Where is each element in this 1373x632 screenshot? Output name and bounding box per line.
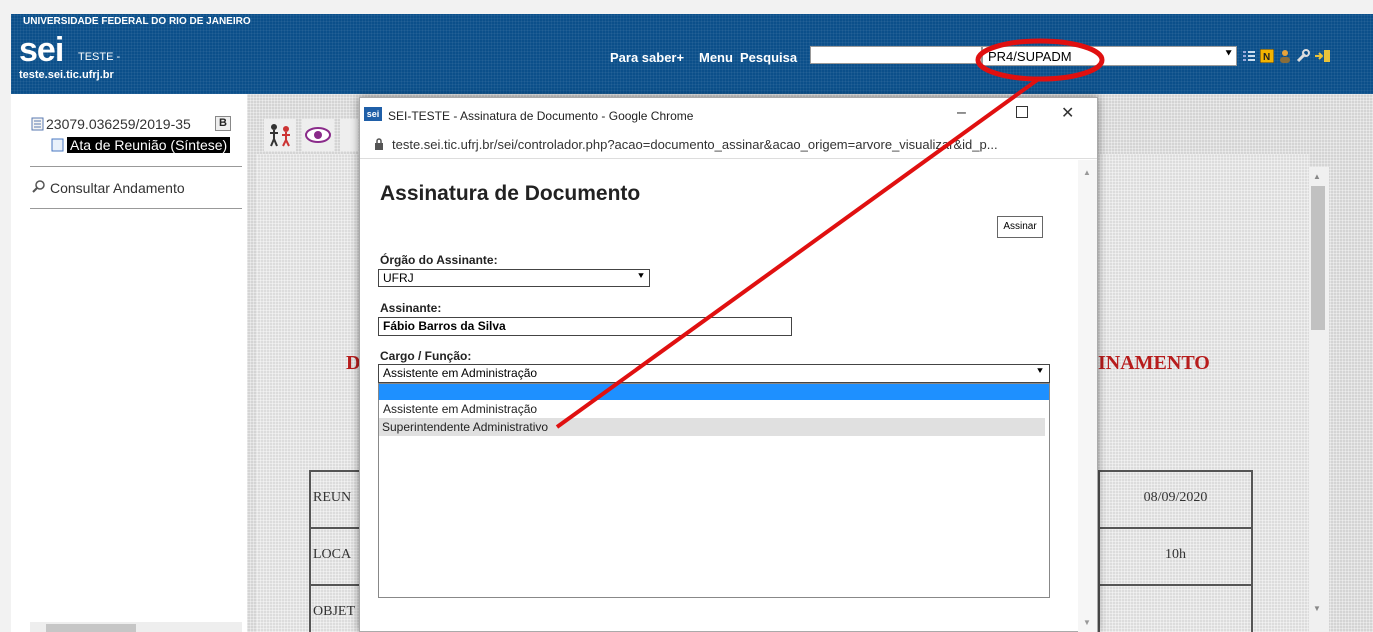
document-icon [51,138,64,152]
toolbar-icon[interactable] [340,119,358,151]
signature-dialog: sei SEI-TESTE - Assinatura de Documento … [359,97,1098,632]
consultar-andamento-link[interactable]: Consultar Andamento [50,180,185,196]
scroll-down-icon[interactable]: ▼ [1083,618,1091,627]
assinar-button[interactable]: Assinar [997,216,1043,238]
close-icon[interactable]: ✕ [1061,103,1074,123]
document-link-selected[interactable]: Ata de Reunião (Síntese) [67,137,231,153]
top-strip [0,0,1373,14]
scroll-up-icon[interactable]: ▲ [1313,172,1321,181]
minimize-icon[interactable]: – [957,104,966,122]
horizontal-scrollbar-thumb[interactable] [46,624,136,632]
wrench-icon[interactable] [1296,49,1310,63]
sei-favicon-icon: sei [364,107,382,121]
orgao-select-value: UFRJ [383,271,414,285]
process-icon [31,117,44,131]
cargo-dropdown-list[interactable]: Assistente em Administração Superintende… [378,383,1050,598]
chevron-down-icon: ⯆ [1224,48,1233,60]
unit-select[interactable]: PR4/SUPADM ⯆ [982,46,1237,66]
vertical-scrollbar-thumb[interactable] [1311,186,1325,330]
cargo-option-empty[interactable] [379,384,1049,400]
chevron-down-icon: ⯆ [1036,366,1044,377]
university-name: UNIVERSIDADE FEDERAL DO RIO DE JANEIRO [23,16,251,27]
assinante-label: Assinante: [380,301,442,315]
lock-icon [375,138,383,150]
people-icon[interactable] [264,119,296,151]
search-input[interactable] [810,46,982,64]
magnifier-icon [32,180,45,193]
sei-logo[interactable]: sei [19,33,64,67]
scroll-down-icon[interactable]: ▼ [1313,604,1321,613]
process-number[interactable]: 23079.036259/2019-35 [46,116,191,132]
link-pesquisa[interactable]: Pesquisa [740,50,797,65]
divider [30,208,242,209]
maximize-icon[interactable] [1016,106,1028,118]
table-cell-label: REUN [309,470,361,529]
cargo-option[interactable]: Assistente em Administração [383,402,537,416]
dialog-heading: Assinatura de Documento [380,182,641,205]
address-bar[interactable]: teste.sei.tic.ufrj.br/sei/controlador.ph… [360,132,1097,159]
environment-label: TESTE - [78,51,121,63]
table-cell-value: 08/09/2020 [1098,470,1253,529]
divider [30,166,242,167]
cargo-option-highlighted[interactable]: Superintendente Administrativo [379,418,1045,436]
orgao-select[interactable]: UFRJ ⯆ [378,269,650,287]
cargo-select[interactable]: Assistente em Administração ⯆ [378,364,1050,383]
dialog-window-title: SEI-TESTE - Assinatura de Documento - Go… [388,109,694,123]
cargo-label: Cargo / Função: [380,349,472,363]
list-icon[interactable] [1242,49,1256,63]
process-badge[interactable]: B [215,116,231,131]
cargo-select-value: Assistente em Administração [383,366,538,380]
table-cell-label: OBJET [309,584,361,632]
table-cell-label: LOCA [309,527,361,586]
notification-icon[interactable]: N [1260,49,1274,63]
eye-icon[interactable] [302,119,334,151]
svg-text:N: N [1263,52,1270,63]
unit-select-value: PR4/SUPADM [988,49,1072,64]
link-menu[interactable]: Menu [699,50,733,65]
header-bar: UNIVERSIDADE FEDERAL DO RIO DE JANEIRO s… [11,14,1373,94]
process-tree [11,94,247,632]
dialog-titlebar[interactable]: sei SEI-TESTE - Assinatura de Documento … [360,98,1097,132]
url-text: teste.sei.tic.ufrj.br/sei/controlador.ph… [392,137,998,152]
left-strip [0,14,11,632]
assinante-input[interactable]: Fábio Barros da Silva [378,317,792,336]
document-heading-right: INAMENTO [1098,352,1210,374]
domain-label: teste.sei.tic.ufrj.br [19,69,114,81]
exit-icon[interactable] [1314,49,1332,63]
link-para-saber[interactable]: Para saber+ [610,50,684,65]
scroll-up-icon[interactable]: ▲ [1083,168,1091,177]
orgao-label: Órgão do Assinante: [380,253,498,267]
table-cell-value [1098,584,1253,632]
table-cell-value: 10h [1098,527,1253,586]
chevron-down-icon: ⯆ [637,271,645,282]
user-icon[interactable] [1278,49,1292,63]
cargo-option-label: Superintendente Administrativo [382,420,549,434]
dialog-scrollbar[interactable]: ▲ ▼ [1078,160,1097,632]
